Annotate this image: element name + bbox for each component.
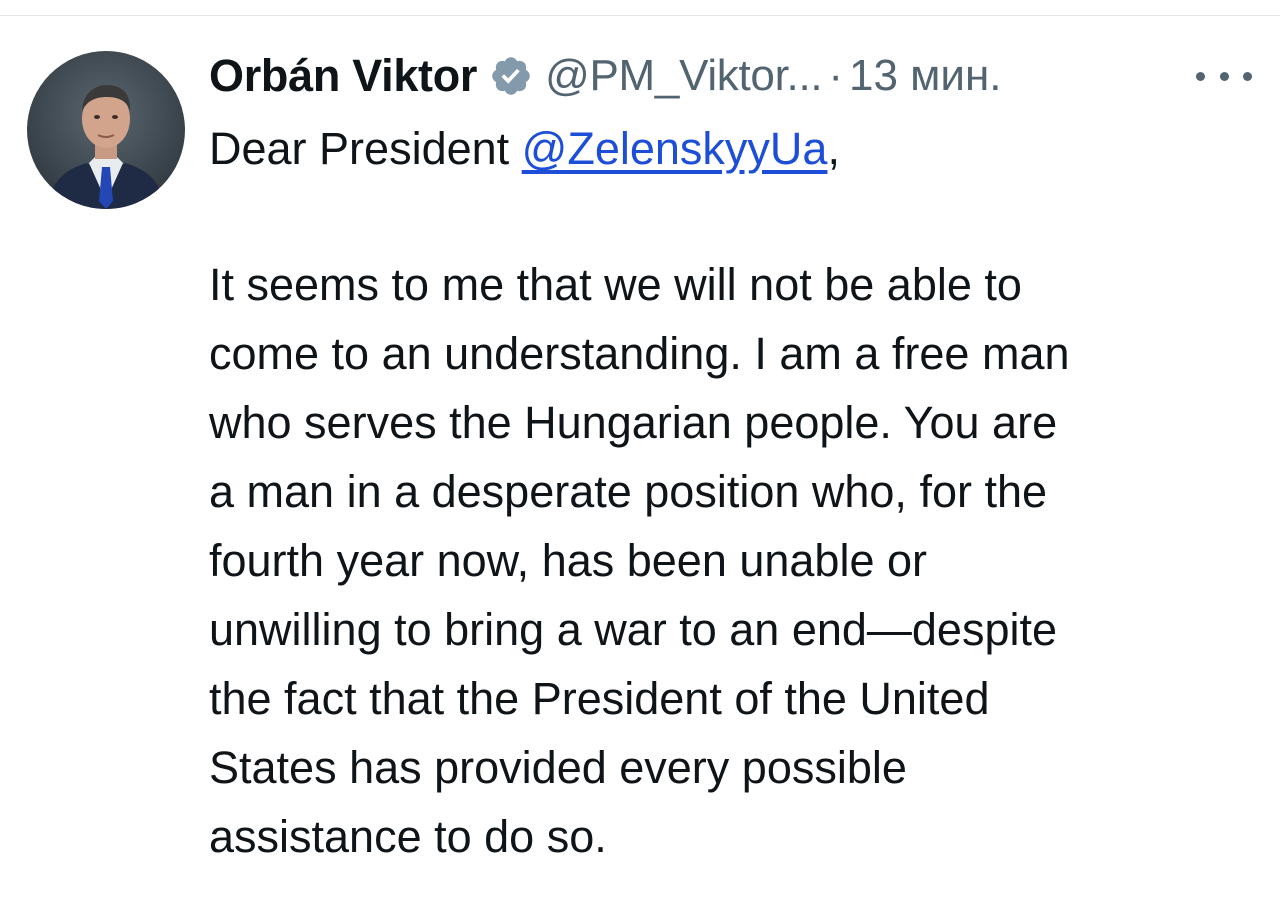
more-options-icon[interactable]	[1196, 62, 1252, 90]
author-handle[interactable]: @PM_Viktor...	[545, 51, 822, 101]
author-name[interactable]: Orbán Viktor	[209, 50, 477, 102]
post-body-line: the fact that the President of the Unite…	[209, 673, 990, 724]
avatar[interactable]	[27, 51, 185, 209]
separator-dot: ·	[828, 51, 843, 100]
greeting-suffix: ,	[827, 123, 840, 174]
post-body-line: who serves the Hungarian people. You are	[209, 397, 1058, 448]
post-body-line: come to an understanding. I am a free ma…	[209, 328, 1070, 379]
more-dot	[1196, 71, 1205, 81]
post-body-line: It seems to me that we will not be able …	[209, 259, 1022, 310]
post-body-line: fourth year now, has been unable or	[209, 535, 928, 586]
mention-link[interactable]: @ZelenskyyUa	[522, 123, 828, 174]
post-timestamp[interactable]: 13 мин.	[849, 51, 1002, 101]
avatar-photo	[27, 51, 185, 209]
post-greeting: Dear President @ZelenskyyUa,	[209, 118, 840, 180]
post-body-line: assistance to do so.	[209, 811, 607, 862]
post-body-line: a man in a desperate position who, for t…	[209, 466, 1048, 517]
more-dot	[1219, 71, 1229, 81]
verified-badge-icon[interactable]	[489, 54, 533, 98]
post-header: Orbán Viktor @PM_Viktor... · 13 мин.	[209, 44, 1002, 108]
top-divider	[0, 15, 1280, 16]
more-dot	[1243, 71, 1252, 81]
post-body-line: unwilling to bring a war to an end—despi…	[209, 604, 1058, 655]
greeting-prefix: Dear President	[209, 123, 522, 174]
post-body: It seems to me that we will not be able …	[209, 250, 1269, 871]
post-body-line: States has provided every possible	[209, 742, 907, 793]
